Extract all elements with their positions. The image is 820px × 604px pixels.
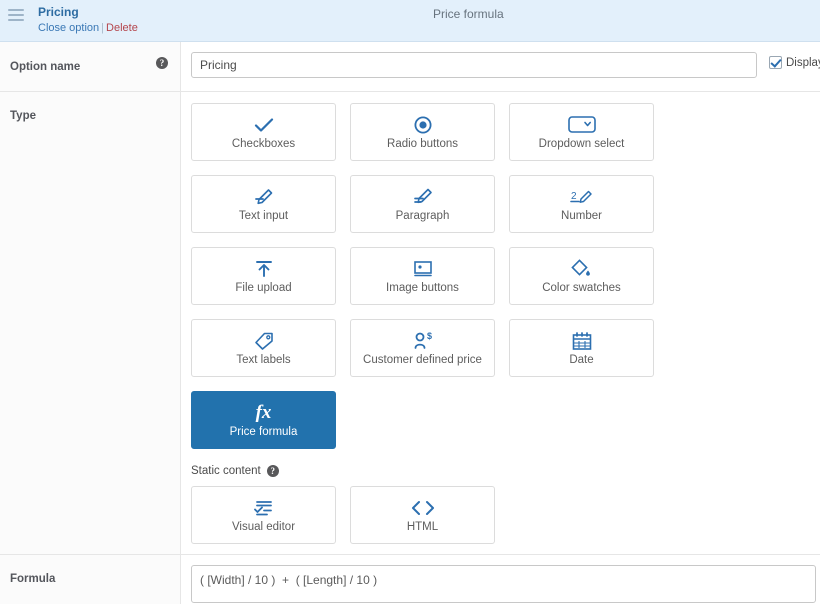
type-label-cell: Type xyxy=(0,92,181,554)
svg-text:2: 2 xyxy=(571,191,577,202)
help-icon[interactable]: ? xyxy=(266,465,279,477)
image-frame-icon xyxy=(412,258,434,280)
type-card-label: Number xyxy=(561,209,602,222)
static-card-visual-editor[interactable]: Visual editor xyxy=(191,486,336,544)
static-content-label: Static content xyxy=(191,465,261,477)
type-card-radio-buttons[interactable]: Radio buttons xyxy=(350,103,495,161)
type-card-checkboxes[interactable]: Checkboxes xyxy=(191,103,336,161)
visual-editor-icon xyxy=(252,497,276,519)
formula-content: ( [Width] / 10 ) + ( [Length] / 10 ) Pro… xyxy=(181,555,820,604)
option-header: Pricing Close option | Delete Price formul… xyxy=(0,0,820,42)
person-dollar-icon: $ xyxy=(410,330,436,352)
calendar-icon xyxy=(571,330,593,352)
option-name-input[interactable] xyxy=(191,52,757,78)
dropdown-icon xyxy=(567,114,596,136)
header-left: Pricing Close option | Delete xyxy=(38,0,138,35)
type-card-date[interactable]: Date xyxy=(509,319,654,377)
type-card-number[interactable]: 2 Number xyxy=(509,175,654,233)
help-icon[interactable]: ? xyxy=(156,57,168,69)
type-card-grid: Checkboxes Radio buttons Dropdown select xyxy=(191,103,799,449)
type-card-label: Color swatches xyxy=(542,281,621,294)
type-card-file-upload[interactable]: File upload xyxy=(191,247,336,305)
delete-option-link[interactable]: Delete xyxy=(106,22,138,34)
formula-row: Formula ( [Width] / 10 ) + ( [Length] / … xyxy=(0,555,820,604)
formula-textarea[interactable]: ( [Width] / 10 ) + ( [Length] / 10 ) xyxy=(191,565,816,603)
number-pencil-icon: 2 xyxy=(569,186,595,208)
static-card-html[interactable]: HTML xyxy=(350,486,495,544)
type-card-customer-defined-price[interactable]: $ Customer defined price xyxy=(350,319,495,377)
type-card-label: Checkboxes xyxy=(231,137,296,150)
type-card-label: Image buttons xyxy=(386,281,459,294)
static-card-label: Visual editor xyxy=(231,520,296,533)
option-name-label: Option name xyxy=(10,61,81,73)
type-content: Checkboxes Radio buttons Dropdown select xyxy=(181,92,820,554)
type-card-label: Text labels xyxy=(236,353,291,366)
fx-icon: fx xyxy=(255,401,272,423)
type-row: Type Checkboxes Radio buttons Dropdown s… xyxy=(0,92,820,555)
type-label: Type xyxy=(10,110,36,122)
svg-text:$: $ xyxy=(427,331,432,341)
page-title: Pricing xyxy=(38,5,79,19)
type-card-label: Text input xyxy=(238,209,289,222)
type-card-price-formula[interactable]: fx Price formula xyxy=(191,391,336,449)
upload-arrow-icon xyxy=(253,258,275,280)
type-card-color-swatches[interactable]: Color swatches xyxy=(509,247,654,305)
grip-handle-icon[interactable] xyxy=(8,9,24,21)
option-name-content: Display xyxy=(181,42,820,91)
display-checkbox-label: Display xyxy=(786,56,820,69)
type-card-label: Price formula xyxy=(229,425,298,438)
static-card-label: HTML xyxy=(406,520,439,533)
header-actions: Close option | Delete xyxy=(38,21,138,35)
radio-filled-icon xyxy=(414,114,432,136)
option-name-label-cell: Option name ? xyxy=(0,42,181,91)
type-card-label: Date xyxy=(569,353,594,366)
formula-label-cell: Formula xyxy=(0,555,181,604)
type-card-label: Radio buttons xyxy=(387,137,458,150)
type-card-dropdown-select[interactable]: Dropdown select xyxy=(509,103,654,161)
static-content-card-grid: Visual editor HTML xyxy=(191,486,799,544)
price-formula-option-editor: Pricing Close option | Delete Price formul… xyxy=(0,0,820,604)
pencil-lines-icon xyxy=(412,186,434,208)
close-option-link[interactable]: Close option xyxy=(38,22,99,34)
tag-icon xyxy=(253,330,275,352)
option-type-title: Price formula xyxy=(433,7,504,21)
type-card-label: Paragraph xyxy=(395,209,450,222)
type-card-label: Customer defined price xyxy=(363,353,482,366)
type-card-label: Dropdown select xyxy=(538,137,625,150)
type-card-paragraph[interactable]: Paragraph xyxy=(350,175,495,233)
display-checkbox[interactable] xyxy=(769,56,782,69)
option-name-row: Option name ? Display xyxy=(0,42,820,92)
link-separator: | xyxy=(101,22,105,34)
check-icon xyxy=(253,114,275,136)
type-card-image-buttons[interactable]: Image buttons xyxy=(350,247,495,305)
color-drop-icon xyxy=(570,258,594,280)
display-checkbox-group[interactable]: Display xyxy=(769,52,820,69)
type-card-label: File upload xyxy=(235,281,292,294)
type-card-text-labels[interactable]: Text labels xyxy=(191,319,336,377)
type-card-text-input[interactable]: Text input xyxy=(191,175,336,233)
pencil-line-icon xyxy=(253,186,275,208)
formula-label: Formula xyxy=(10,573,56,585)
static-content-heading: Static content ? xyxy=(191,465,810,477)
code-brackets-icon xyxy=(408,497,438,519)
